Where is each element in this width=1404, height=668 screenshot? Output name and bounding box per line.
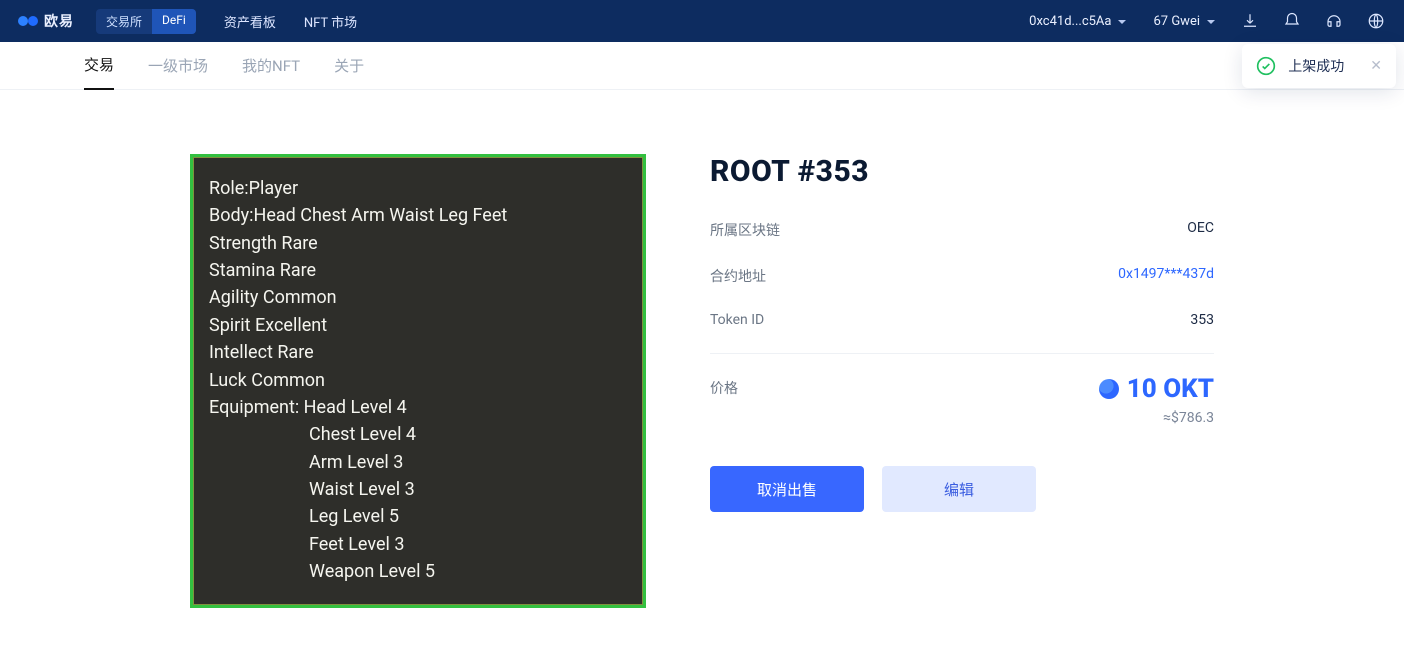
toast-text: 上架成功 xyxy=(1288,56,1344,76)
segment-defi[interactable]: DeFi xyxy=(152,9,196,34)
meta-list: 所属区块链 OEC 合约地址 0x1497***437d Token ID 35… xyxy=(710,207,1214,341)
tab-my-nft[interactable]: 我的NFT xyxy=(242,42,300,90)
chevron-down-icon xyxy=(1117,16,1127,26)
content: Role:Player Body:Head Chest Arm Waist Le… xyxy=(0,90,1404,668)
nft-text-line: Arm Level 3 xyxy=(209,449,627,476)
nft-text-line: Stamina Rare xyxy=(209,257,627,284)
meta-label: Token ID xyxy=(710,312,764,328)
nft-text-line: Feet Level 3 xyxy=(209,531,627,558)
nft-text-line: Waist Level 3 xyxy=(209,476,627,503)
meta-label: 所属区块链 xyxy=(710,220,780,240)
tab-about[interactable]: 关于 xyxy=(334,42,364,90)
brand-logo-icon xyxy=(18,11,38,31)
nft-image-card: Role:Player Body:Head Chest Arm Waist Le… xyxy=(190,154,646,608)
nft-text-line: Weapon Level 5 xyxy=(209,558,627,585)
segment-exchange[interactable]: 交易所 xyxy=(96,9,152,34)
product-segment: 交易所 DeFi xyxy=(96,9,196,34)
meta-row-contract: 合约地址 0x1497***437d xyxy=(710,253,1214,299)
nft-text-line: Intellect Rare xyxy=(209,339,627,366)
gas-value: 67 Gwei xyxy=(1153,14,1200,29)
edit-button[interactable]: 编辑 xyxy=(882,466,1036,512)
top-nav: 欧易 交易所 DeFi 资产看板 NFT 市场 0xc41d...c5Aa 67… xyxy=(0,0,1404,42)
topbar-icons xyxy=(1240,11,1386,31)
headset-icon[interactable] xyxy=(1324,11,1344,31)
contract-link[interactable]: 0x1497***437d xyxy=(1118,266,1214,286)
check-circle-icon xyxy=(1256,56,1276,76)
nav-nft-market[interactable]: NFT 市场 xyxy=(304,12,357,31)
brand[interactable]: 欧易 xyxy=(18,11,74,31)
nft-text-line: Strength Rare xyxy=(209,230,627,257)
action-buttons: 取消出售 编辑 xyxy=(710,466,1214,512)
nft-text-line: Agility Common xyxy=(209,284,627,311)
nft-text-line: Luck Common xyxy=(209,367,627,394)
tab-primary[interactable]: 一级市场 xyxy=(148,42,208,90)
close-icon[interactable]: ✕ xyxy=(1370,58,1382,74)
nft-title: ROOT #353 xyxy=(710,154,1214,189)
token-icon xyxy=(1099,379,1119,399)
toast-success: 上架成功 ✕ xyxy=(1242,44,1396,88)
nft-text-line: Role:Player xyxy=(209,175,627,202)
nft-text-line: Chest Level 4 xyxy=(209,421,627,448)
nft-text-line: Leg Level 5 xyxy=(209,503,627,530)
meta-value: 353 xyxy=(1190,312,1214,328)
meta-value: OEC xyxy=(1187,220,1214,240)
globe-icon[interactable] xyxy=(1366,11,1386,31)
cancel-sale-button[interactable]: 取消出售 xyxy=(710,466,864,512)
sub-nav: 交易 一级市场 我的NFT 关于 xyxy=(0,42,1404,90)
chevron-down-icon xyxy=(1206,16,1216,26)
price-value: 10 OKT xyxy=(1127,374,1214,404)
meta-label: 合约地址 xyxy=(710,266,766,286)
meta-row-chain: 所属区块链 OEC xyxy=(710,207,1214,253)
tab-trade[interactable]: 交易 xyxy=(84,42,114,90)
wallet-address: 0xc41d...c5Aa xyxy=(1029,14,1111,29)
brand-text: 欧易 xyxy=(44,11,74,31)
download-icon[interactable] xyxy=(1240,11,1260,31)
bell-icon[interactable] xyxy=(1282,11,1302,31)
nft-text-line: Spirit Excellent xyxy=(209,312,627,339)
detail-panel: ROOT #353 所属区块链 OEC 合约地址 0x1497***437d T… xyxy=(710,154,1214,608)
gas-dropdown[interactable]: 67 Gwei xyxy=(1153,14,1216,29)
nft-text-line: Body:Head Chest Arm Waist Leg Feet xyxy=(209,202,627,229)
nft-text-line: Equipment: Head Level 4 xyxy=(209,394,627,421)
price-usd: ≈$786.3 xyxy=(1099,410,1214,426)
meta-row-token: Token ID 353 xyxy=(710,299,1214,341)
wallet-dropdown[interactable]: 0xc41d...c5Aa xyxy=(1029,14,1127,29)
price-label: 价格 xyxy=(710,374,738,398)
nav-assets[interactable]: 资产看板 xyxy=(224,12,276,31)
price-row: 价格 10 OKT ≈$786.3 xyxy=(710,374,1214,426)
divider xyxy=(710,353,1214,354)
price-main: 10 OKT xyxy=(1099,374,1214,404)
